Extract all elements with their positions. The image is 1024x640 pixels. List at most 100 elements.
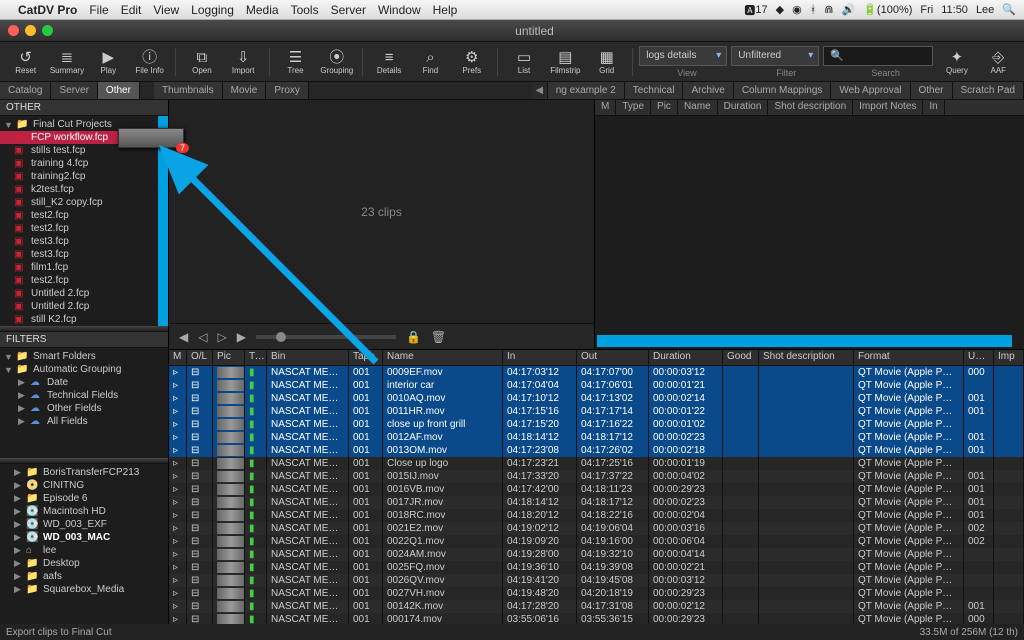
filter-item[interactable]: ▼📁Smart Folders — [0, 350, 168, 363]
col-format[interactable]: Format — [854, 350, 964, 365]
tabs-prev[interactable]: ◀ — [532, 82, 548, 99]
tree-item[interactable]: ▣training2.fcp — [0, 170, 168, 183]
tree-item[interactable]: ▣test2.fcp — [0, 209, 168, 222]
metadata-scrollbar-h[interactable] — [597, 335, 1012, 347]
volume-item[interactable]: ▶📁BorisTransferFCP213 — [0, 466, 168, 479]
table-row[interactable]: ▹ ⊟ ▮ NASCAT MED… 001 0012AF.mov 04:18:1… — [169, 431, 1024, 444]
table-row[interactable]: ▹ ⊟ ▮ NASCAT MED… 001 Close up logo 04:1… — [169, 457, 1024, 470]
tb-reset[interactable]: ↺Reset — [6, 44, 45, 80]
col-pic[interactable]: Pic — [213, 350, 245, 365]
table-row[interactable]: ▹ ⊟ ▮ NASCAT MED… 001 0022Q1.mov 04:19:0… — [169, 535, 1024, 548]
menu-media[interactable]: Media — [246, 3, 279, 17]
col-out[interactable]: Out — [577, 350, 649, 365]
ur-col-duration[interactable]: Duration — [718, 100, 769, 115]
tb-file info[interactable]: ⓘFile Info — [130, 44, 169, 80]
tb-prefs[interactable]: ⚙Prefs — [452, 44, 491, 80]
menu-edit[interactable]: Edit — [121, 3, 142, 17]
traffic-lights[interactable] — [8, 25, 53, 36]
tb-grouping[interactable]: ⦿Grouping — [317, 44, 356, 80]
col-m[interactable]: M — [169, 350, 187, 365]
prev-page-button[interactable]: ◀ — [179, 330, 188, 344]
menu-tools[interactable]: Tools — [291, 3, 319, 17]
tree-item[interactable]: ▣Untitled 2.fcp — [0, 287, 168, 300]
tree-item[interactable]: ▣Untitled 2.fcp — [0, 300, 168, 313]
menu-view[interactable]: View — [153, 3, 179, 17]
tb-open[interactable]: ⧉Open — [182, 44, 221, 80]
ur-col-shot description[interactable]: Shot description — [768, 100, 853, 115]
volume-item[interactable]: ▶📁Squarebox_Media — [0, 583, 168, 596]
table-row[interactable]: ▹ ⊟ ▮ NASCAT MED… 001 0027VH.mov 04:19:4… — [169, 587, 1024, 600]
minimize-button[interactable] — [25, 25, 36, 36]
filter-item[interactable]: ▶☁Other Fields — [0, 402, 168, 415]
volume-item[interactable]: ▶⌂lee — [0, 544, 168, 557]
volume-item[interactable]: ▶💽WD_003_EXF — [0, 518, 168, 531]
ur-col-m[interactable]: M — [595, 100, 616, 115]
tb-details[interactable]: ≡Details — [369, 44, 408, 80]
table-row[interactable]: ▹ ⊟ ▮ NASCAT MED… 001 0025FQ.mov 04:19:3… — [169, 561, 1024, 574]
col-shot-description[interactable]: Shot description — [759, 350, 854, 365]
menu-file[interactable]: File — [89, 3, 108, 17]
search-input[interactable]: 🔍 — [823, 46, 933, 66]
table-row[interactable]: ▹ ⊟ ▮ NASCAT MED… 001 0011HR.mov 04:17:1… — [169, 405, 1024, 418]
tree-item[interactable]: ▣training 4.fcp — [0, 157, 168, 170]
ur-col-pic[interactable]: Pic — [651, 100, 678, 115]
zoom-button[interactable] — [42, 25, 53, 36]
tab-server[interactable]: Server — [51, 82, 97, 99]
menu-help[interactable]: Help — [433, 3, 458, 17]
ur-col-import notes[interactable]: Import Notes — [853, 100, 923, 115]
ur-col-type[interactable]: Type — [616, 100, 651, 115]
ur-col-name[interactable]: Name — [678, 100, 718, 115]
col-bin[interactable]: Bin — [267, 350, 349, 365]
zoom-slider[interactable] — [256, 335, 396, 339]
tree-item[interactable]: ▣test3.fcp — [0, 235, 168, 248]
tab-ng example 2[interactable]: ng example 2 — [548, 82, 625, 99]
query-button[interactable]: ✦Query — [937, 44, 976, 80]
table-row[interactable]: ▹ ⊟ ▮ NASCAT MED… 001 0024AM.mov 04:19:2… — [169, 548, 1024, 561]
close-button[interactable] — [8, 25, 19, 36]
spotlight-icon[interactable]: 🔍 — [1002, 3, 1016, 16]
next-button[interactable]: ▷ — [217, 330, 226, 344]
col-tape[interactable]: Tape — [349, 350, 383, 365]
filter-select[interactable]: Unfiltered — [731, 46, 819, 66]
tab-technical[interactable]: Technical — [625, 82, 684, 99]
tb-grid[interactable]: ▦Grid — [587, 44, 626, 80]
filter-item[interactable]: ▼📁Automatic Grouping — [0, 363, 168, 376]
menu-window[interactable]: Window — [378, 3, 421, 17]
volume-item[interactable]: ▶📀CINITNG — [0, 479, 168, 492]
trash-icon[interactable]: 🗑 — [431, 330, 446, 344]
col-imp[interactable]: Imp — [994, 350, 1024, 365]
tb-find[interactable]: ⌕Find — [411, 44, 450, 80]
col-name[interactable]: Name — [383, 350, 503, 365]
volume-item[interactable]: ▶💽Macintosh HD — [0, 505, 168, 518]
app-name[interactable]: CatDV Pro — [18, 3, 77, 17]
table-row[interactable]: ▹ ⊟ ▮ NASCAT MED… 001 interior car 04:17… — [169, 379, 1024, 392]
volume-item[interactable]: ▶💽WD_003_MAC — [0, 531, 168, 544]
tree-item[interactable]: ▣k2test.fcp — [0, 183, 168, 196]
tb-list[interactable]: ▭List — [504, 44, 543, 80]
filter-item[interactable]: ▶☁Date — [0, 376, 168, 389]
tab-web approval[interactable]: Web Approval — [831, 82, 910, 99]
tb-filmstrip[interactable]: ▤Filmstrip — [546, 44, 585, 80]
table-row[interactable]: ▹ ⊟ ▮ NASCAT MED… 001 0026QV.mov 04:19:4… — [169, 574, 1024, 587]
table-row[interactable]: ▹ ⊟ ▮ NASCAT MED… 001 0016VB.mov 04:17:4… — [169, 483, 1024, 496]
menu-server[interactable]: Server — [331, 3, 366, 17]
prev-button[interactable]: ◁ — [198, 330, 207, 344]
tree-item[interactable]: ▣film1.fcp — [0, 261, 168, 274]
user-name[interactable]: Lee — [976, 4, 994, 16]
tab-thumbnails[interactable]: Thumbnails — [154, 82, 223, 99]
volume-item[interactable]: ▶📁Episode 6 — [0, 492, 168, 505]
volume-item[interactable]: ▶📁aafs — [0, 570, 168, 583]
table-row[interactable]: ▹ ⊟ ▮ NASCAT MED… 001 00142K.mov 04:17:2… — [169, 600, 1024, 613]
ur-col-in[interactable]: In — [923, 100, 944, 115]
table-row[interactable]: ▹ ⊟ ▮ NASCAT MED… 001 000174.mov 03:55:0… — [169, 613, 1024, 624]
col-in[interactable]: In — [503, 350, 577, 365]
tab-archive[interactable]: Archive — [683, 82, 733, 99]
col-o-l[interactable]: O/L — [187, 350, 213, 365]
aaf-button[interactable]: ⎆AAF — [979, 44, 1018, 80]
table-row[interactable]: ▹ ⊟ ▮ NASCAT MED… 001 0017JR.mov 04:18:1… — [169, 496, 1024, 509]
table-row[interactable]: ▹ ⊟ ▮ NASCAT MED… 001 0009EF.mov 04:17:0… — [169, 366, 1024, 379]
tb-play[interactable]: ▶Play — [89, 44, 128, 80]
volume-item[interactable]: ▶📁Desktop — [0, 557, 168, 570]
mac-menubar[interactable]: CatDV Pro FileEditViewLoggingMediaToolsS… — [0, 0, 1024, 20]
view-select[interactable]: logs details — [639, 46, 727, 66]
